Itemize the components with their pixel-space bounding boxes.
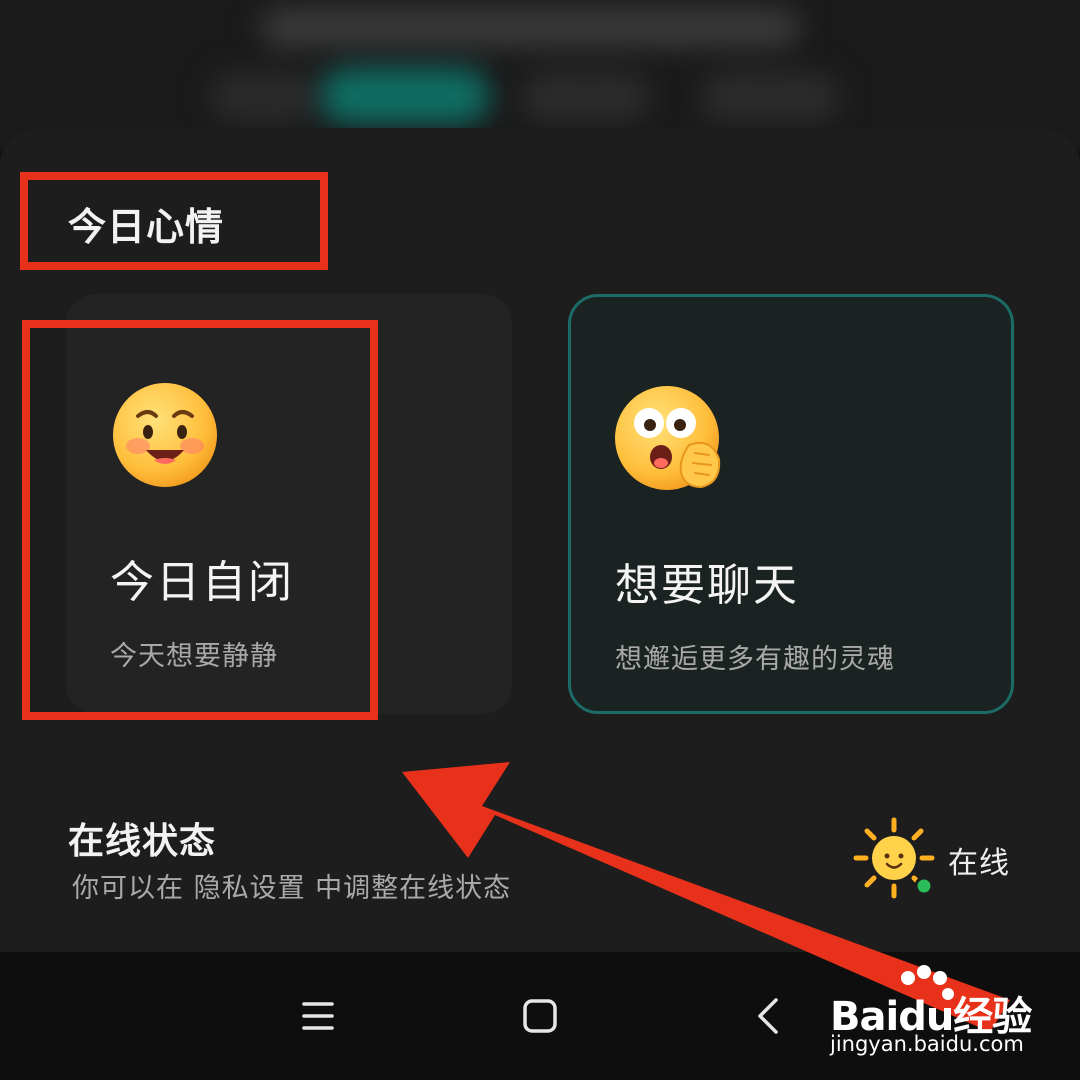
home-icon[interactable]: [480, 952, 600, 1080]
baidu-watermark: Baidu经验 jingyan.baidu.com: [828, 964, 1068, 1064]
screen: 今日心情 今日自闭 今天想要静静 想要聊天 想邂逅更多有趣的灵魂 在线状态 你可…: [0, 0, 1080, 1080]
mood-card-want-chat[interactable]: 想要聊天 想邂逅更多有趣的灵魂: [568, 294, 1014, 714]
online-status-dot: [914, 876, 934, 896]
card-title: 想要聊天: [615, 560, 799, 611]
menu-icon[interactable]: [258, 952, 378, 1080]
blurred-tab: [700, 72, 840, 122]
back-icon[interactable]: [708, 952, 828, 1080]
sun-icon[interactable]: [852, 816, 936, 900]
card-subtitle: 想邂逅更多有趣的灵魂: [615, 644, 895, 675]
blurred-tab: [210, 72, 320, 122]
online-status-value[interactable]: 在线: [948, 838, 1010, 882]
online-status-title: 在线状态: [68, 821, 217, 862]
excited-emoji-icon: [615, 386, 721, 490]
online-status-description: 你可以在 隐私设置 中调整在线状态: [72, 873, 512, 904]
watermark-url: jingyan.baidu.com: [830, 1032, 1024, 1056]
annotation-box-left-card: [22, 320, 378, 720]
annotation-box-section-title: [20, 172, 328, 270]
blurred-title: [260, 8, 800, 48]
blurred-tab: [520, 72, 650, 122]
blurred-active-tab: [320, 68, 490, 124]
